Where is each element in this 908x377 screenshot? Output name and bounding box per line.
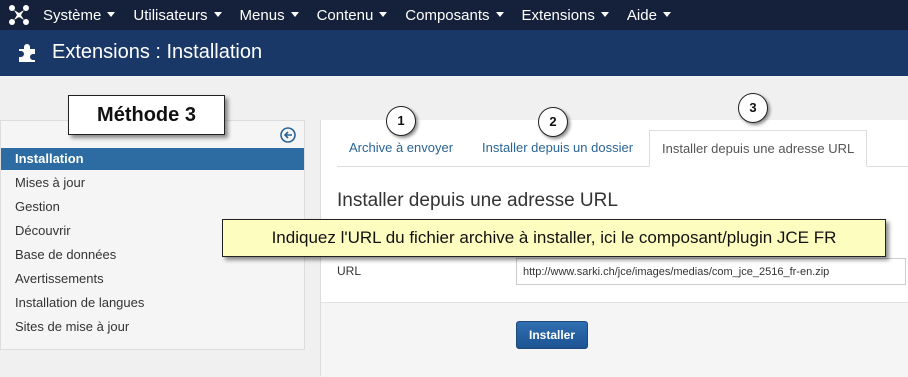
menu-menus[interactable]: Menus <box>240 7 299 24</box>
collapse-sidebar-icon[interactable] <box>280 127 296 143</box>
page-header: Extensions : Installation <box>0 30 908 76</box>
caret-down-icon <box>662 12 671 18</box>
menu-utilisateurs[interactable]: Utilisateurs <box>133 7 222 24</box>
puzzle-icon <box>19 44 35 62</box>
install-tabs: Archive à envoyer Installer depuis un do… <box>337 130 908 167</box>
sidebar-item-installation-langues[interactable]: Installation de langues <box>1 292 304 314</box>
caret-down-icon <box>379 12 388 18</box>
sidebar-item-installation[interactable]: Installation <box>1 148 304 170</box>
menu-composants[interactable]: Composants <box>405 7 504 24</box>
caret-down-icon <box>495 12 504 18</box>
step-1-badge: 1 <box>386 106 416 136</box>
form-actions: Installer <box>321 302 908 377</box>
menu-systeme[interactable]: Système <box>43 7 116 24</box>
sidebar-item-sites-mise-a-jour[interactable]: Sites de mise à jour <box>1 316 304 338</box>
tab-installer-url[interactable]: Installer depuis une adresse URL <box>649 130 868 167</box>
menu-contenu[interactable]: Contenu <box>317 7 388 24</box>
step-3-badge: 3 <box>738 93 768 123</box>
sidebar-item-avertissements[interactable]: Avertissements <box>1 268 304 290</box>
section-title: Installer depuis une adresse URL <box>337 190 618 211</box>
install-button[interactable]: Installer <box>516 321 588 349</box>
step-2-badge: 2 <box>538 107 568 137</box>
caret-down-icon <box>213 12 222 18</box>
sidebar-item-mises-a-jour[interactable]: Mises à jour <box>1 172 304 194</box>
caret-down-icon <box>290 12 299 18</box>
top-menu-bar: Système Utilisateurs Menus Contenu Compo… <box>0 0 908 30</box>
sidebar-item-gestion[interactable]: Gestion <box>1 196 304 218</box>
instruction-tooltip: Indiquez l'URL du fichier archive à inst… <box>222 219 886 257</box>
caret-down-icon <box>107 12 116 18</box>
caret-down-icon <box>600 12 609 18</box>
url-input[interactable] <box>516 258 906 285</box>
page-title: Extensions : Installation <box>52 41 263 63</box>
main-menu: Système Utilisateurs Menus Contenu Compo… <box>43 0 689 30</box>
url-label: URL <box>337 264 362 278</box>
method-label: Méthode 3 <box>68 95 225 135</box>
menu-aide[interactable]: Aide <box>627 7 671 24</box>
menu-extensions[interactable]: Extensions <box>522 7 609 24</box>
joomla-logo-icon[interactable] <box>8 4 30 26</box>
